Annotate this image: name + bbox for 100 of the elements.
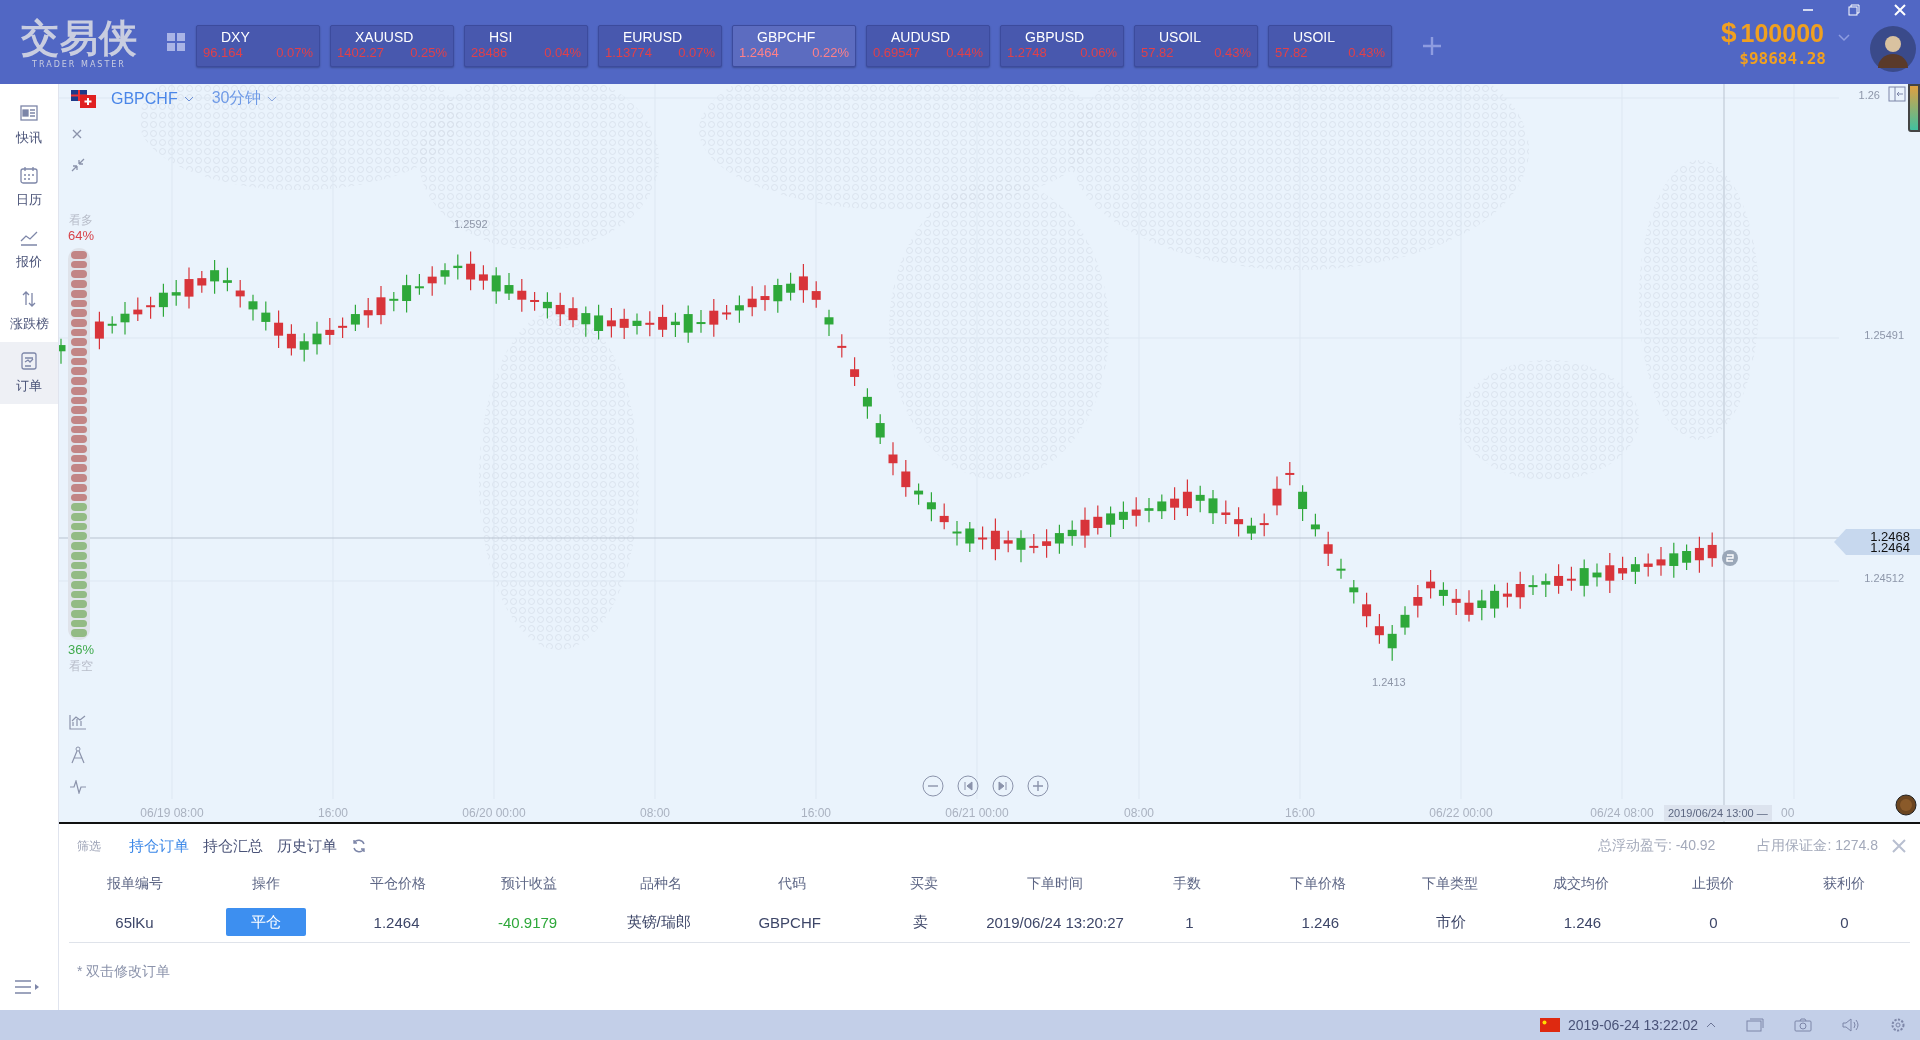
candle — [1118, 500, 1128, 530]
candle — [146, 296, 156, 320]
sidebar-item[interactable]: 快讯 — [0, 94, 58, 156]
candle — [1067, 520, 1077, 547]
ticker-tab[interactable]: XAUUSD 1402.27 0.25% — [330, 25, 454, 67]
table-cell: GBPCHF — [758, 913, 821, 931]
candle — [555, 292, 565, 327]
candle — [530, 291, 540, 312]
candle — [1182, 478, 1192, 517]
order-tab[interactable]: 历史订单 — [277, 836, 337, 856]
column-header: 下单时间 — [1027, 875, 1084, 893]
y-axis-label: 1.26 — [1858, 89, 1880, 101]
ticker-tab[interactable]: GBPCHF 1.2464 0.22% — [732, 25, 856, 67]
caret-icon[interactable] — [1706, 1022, 1716, 1028]
zoom-out-icon[interactable] — [922, 775, 944, 797]
column-header: 报单编号 — [106, 875, 163, 893]
candle — [1349, 579, 1359, 605]
candle — [1413, 584, 1423, 619]
window-icon[interactable] — [1746, 1018, 1764, 1032]
column-header: 操作 — [252, 875, 281, 893]
candle — [862, 387, 872, 420]
candle — [210, 259, 220, 295]
candle — [1234, 506, 1244, 538]
candle — [658, 304, 668, 338]
drawing-tool-icon[interactable] — [70, 746, 86, 764]
candle — [837, 333, 847, 358]
sidebar-item[interactable]: 日历 — [0, 156, 58, 218]
table-cell: 0 — [1709, 913, 1718, 931]
camera-icon[interactable] — [1794, 1018, 1812, 1032]
column-header: 买卖 — [909, 875, 938, 893]
ticker-tab[interactable]: HSI 28486 0.04% — [464, 25, 588, 67]
sidebar-item[interactable]: 订单 — [0, 342, 58, 404]
candle — [248, 294, 258, 322]
skip-forward-icon[interactable] — [992, 775, 1014, 797]
candle — [990, 517, 1000, 561]
restore-icon[interactable] — [1848, 4, 1860, 16]
app-logo: 交易侠 — [20, 15, 138, 60]
column-header: 下单类型 — [1421, 875, 1478, 893]
x-axis-label: 06/24 08:00 — [1589, 806, 1655, 820]
collapse-icon[interactable] — [71, 158, 85, 172]
caret-icon[interactable] — [1838, 33, 1850, 42]
candle — [1656, 546, 1666, 577]
candle — [59, 338, 66, 365]
close-position-button[interactable]: 平仓 — [225, 908, 306, 936]
candle — [1374, 613, 1384, 645]
sidebar-item[interactable]: 涨跌榜 — [0, 280, 58, 342]
grid-icon[interactable] — [166, 32, 186, 52]
ticker-tab[interactable]: DXY 96.164 0.07% — [196, 25, 320, 67]
candle — [696, 309, 706, 334]
ticker-tab[interactable]: USOIL 57.82 0.43% — [1268, 25, 1392, 67]
candle — [581, 305, 591, 338]
x-axis-label: 08:00 — [639, 806, 671, 820]
candle — [171, 279, 181, 307]
candle — [312, 321, 322, 356]
pulse-icon[interactable] — [69, 780, 87, 794]
table-cell: 卖 — [913, 912, 929, 932]
avatar-icon[interactable] — [1870, 26, 1916, 72]
currency-sign: $ — [1721, 16, 1737, 49]
ticker-tab[interactable]: USOIL 57.82 0.43% — [1134, 25, 1258, 67]
candle — [261, 300, 271, 332]
skip-back-icon[interactable] — [957, 775, 979, 797]
add-icon[interactable] — [1422, 36, 1442, 56]
coin-icon[interactable] — [1895, 794, 1917, 816]
settings-icon[interactable] — [1890, 1017, 1906, 1033]
ticker-tab[interactable]: EURUSD 1.13774 0.07% — [598, 25, 722, 67]
candle — [888, 441, 898, 476]
table-cell: 市价 — [1436, 912, 1467, 932]
close-icon[interactable] — [72, 129, 82, 139]
y-axis-label: 1.25491 — [1864, 329, 1904, 341]
ticker-tab[interactable]: GBPUSD 1.2748 0.06% — [1000, 25, 1124, 67]
candle — [286, 323, 296, 357]
sidebar-item[interactable]: 报价 — [0, 218, 58, 280]
table-cell: 1.2464 — [373, 913, 420, 931]
candle — [158, 283, 168, 318]
order-tab[interactable]: 持仓订单 — [129, 836, 189, 856]
ticker-tab[interactable]: AUDUSD 0.69547 0.44% — [866, 25, 990, 67]
table-cell: 0 — [1840, 913, 1849, 931]
refresh-icon[interactable] — [351, 838, 367, 854]
candle — [1003, 530, 1013, 553]
table-cell: 1 — [1185, 913, 1194, 931]
candle — [120, 301, 130, 336]
candle — [1477, 589, 1487, 621]
indicator-icon[interactable] — [69, 714, 87, 730]
candle — [734, 294, 744, 324]
x-axis-label: 00 — [1781, 806, 1795, 820]
expand-icon[interactable] — [1888, 86, 1906, 102]
order-tab[interactable]: 持仓汇总 — [203, 836, 263, 856]
candle — [965, 521, 975, 553]
candle — [1221, 499, 1231, 525]
zoom-in-icon[interactable] — [1027, 775, 1049, 797]
candle — [1093, 504, 1103, 536]
calendar-icon — [19, 165, 39, 185]
speaker-icon[interactable] — [1842, 1018, 1860, 1032]
candle — [389, 291, 399, 312]
candle — [1618, 556, 1628, 581]
column-header: 预计收益 — [501, 875, 558, 893]
candle — [414, 273, 424, 296]
candle — [1438, 581, 1448, 607]
candle — [1630, 556, 1640, 585]
candle — [478, 264, 488, 291]
